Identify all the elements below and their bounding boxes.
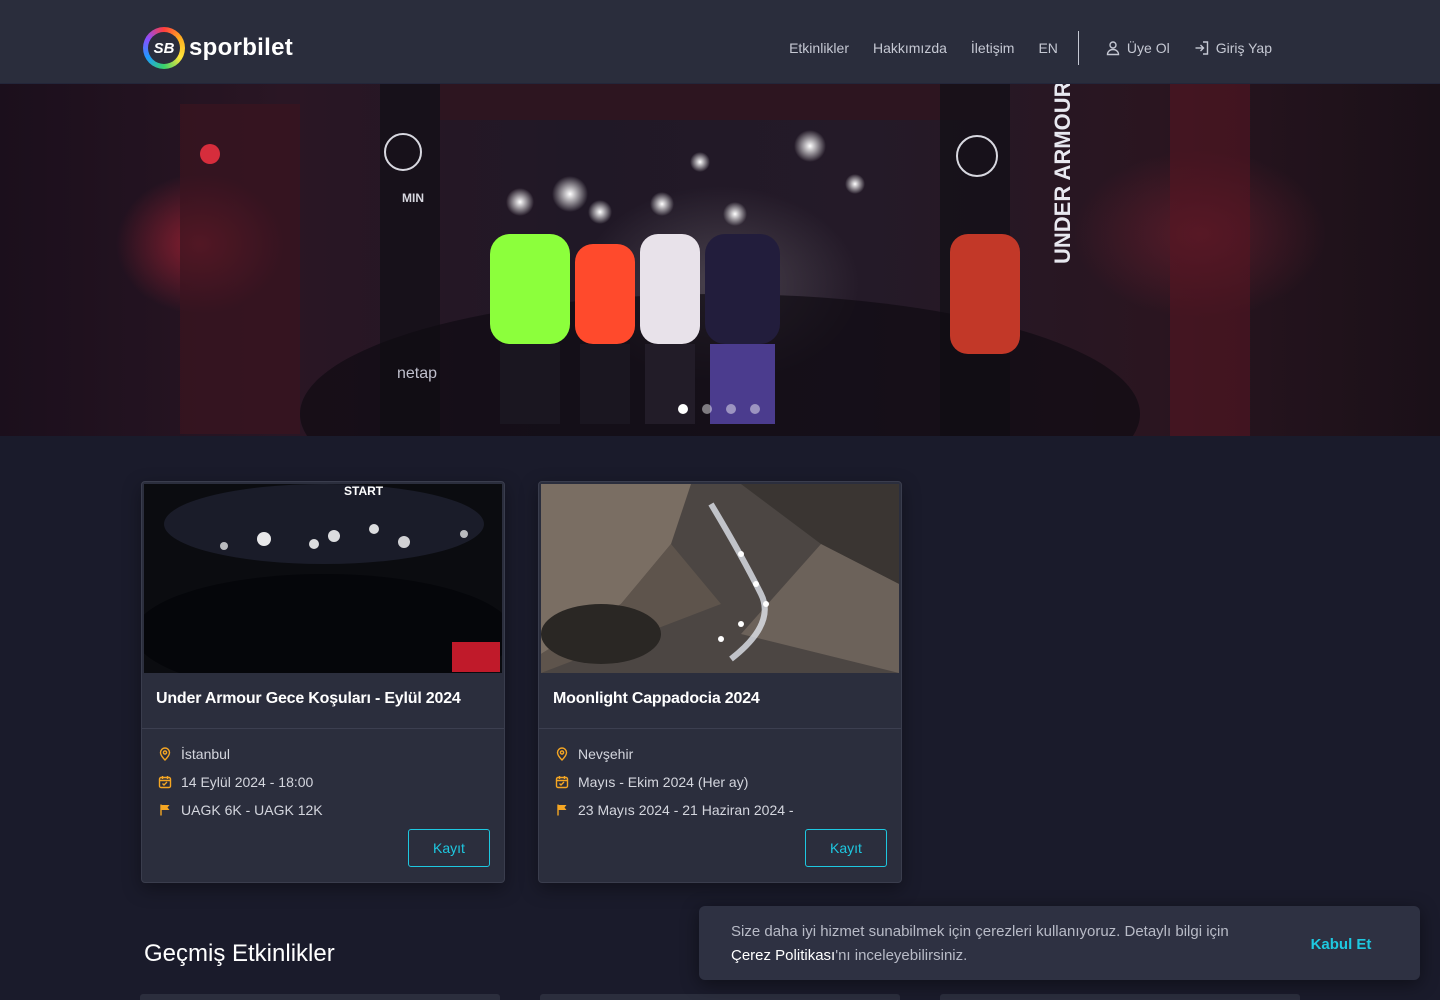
main-nav: Etkinlikler Hakkımızda İletişim EN Üye O…: [789, 30, 1272, 66]
user-icon: [1106, 41, 1120, 56]
top-navbar: SB sporbilet Etkinlikler Hakkımızda İlet…: [0, 0, 1440, 84]
past-event-card[interactable]: [540, 994, 900, 1000]
hero-carousel: netap MIN UNDER ARMOUR: [0, 84, 1440, 436]
brand-name: sporbilet: [189, 34, 294, 61]
event-location-text: Nevşehir: [578, 745, 634, 762]
signup-label: Üye Ol: [1126, 40, 1170, 56]
nav-link-contact[interactable]: İletişim: [971, 40, 1015, 56]
accept-cookies-button[interactable]: Kabul Et: [1301, 930, 1381, 958]
event-title[interactable]: Under Armour Gece Koşuları - Eylül 2024: [156, 690, 490, 708]
event-image-cappadocia: [541, 484, 899, 673]
event-card[interactable]: Moonlight Cappadocia 2024 Nevşehir Mayıs…: [538, 481, 902, 883]
brand-mark-text: SB: [148, 32, 180, 64]
cookie-text-after: 'nı inceleyebilirsiniz.: [835, 947, 968, 964]
hero-banner-text-ua: UNDER ARMOUR: [1050, 84, 1075, 264]
login-label: Giriş Yap: [1215, 40, 1272, 56]
past-events-heading: Geçmiş Etkinlikler: [144, 940, 335, 967]
event-categories: UAGK 6K - UAGK 12K: [158, 800, 323, 819]
nav-divider: [1077, 31, 1079, 65]
event-date: Mayıs - Ekim 2024 (Her ay): [555, 772, 794, 791]
cookie-text-before: Size daha iyi hizmet sunabilmek için çer…: [731, 923, 1229, 940]
past-event-card[interactable]: [140, 994, 500, 1000]
carousel-dot-1[interactable]: [678, 404, 688, 414]
language-switch[interactable]: EN: [1038, 40, 1057, 56]
card-divider: [539, 728, 901, 729]
event-location: İstanbul: [158, 744, 323, 763]
event-date-text: Mayıs - Ekim 2024 (Her ay): [578, 773, 749, 790]
event-image-banner: START: [344, 484, 384, 498]
register-button[interactable]: Kayıt: [805, 829, 887, 867]
cookie-policy-link[interactable]: Çerez Politikası: [731, 947, 835, 964]
location-pin-icon: [556, 746, 568, 761]
event-categories-text: UAGK 6K - UAGK 12K: [181, 801, 323, 818]
nav-link-events[interactable]: Etkinlikler: [789, 40, 849, 56]
cookie-message: Size daha iyi hizmet sunabilmek için çer…: [731, 920, 1251, 968]
carousel-indicators: [678, 404, 760, 414]
flag-icon: [160, 804, 170, 815]
event-location-text: İstanbul: [181, 745, 231, 762]
event-categories-text: 23 Mayıs 2024 - 21 Haziran 2024 -: [578, 801, 794, 818]
hero-image: netap MIN UNDER ARMOUR: [180, 84, 1250, 436]
event-meta: Nevşehir Mayıs - Ekim 2024 (Her ay) 23 M…: [555, 744, 794, 819]
past-event-card[interactable]: [940, 994, 1300, 1000]
calendar-icon: [555, 775, 569, 788]
event-image-night-run: START: [144, 484, 502, 673]
signup-link[interactable]: Üye Ol: [1105, 40, 1170, 56]
flag-icon: [557, 804, 567, 815]
event-date-text: 14 Eylül 2024 - 18:00: [181, 773, 314, 790]
event-card[interactable]: START Under Armour Gece Koşuları - Eylül…: [141, 481, 505, 883]
event-categories: 23 Mayıs 2024 - 21 Haziran 2024 -: [555, 800, 794, 819]
hero-banner-text-min: MIN: [402, 191, 424, 205]
brand-logo[interactable]: SB sporbilet: [143, 26, 293, 70]
register-button[interactable]: Kayıt: [408, 829, 490, 867]
carousel-dot-3[interactable]: [726, 404, 736, 414]
carousel-dot-4[interactable]: [750, 404, 760, 414]
event-location: Nevşehir: [555, 744, 794, 763]
carousel-dot-2[interactable]: [702, 404, 712, 414]
card-divider: [142, 728, 504, 729]
event-date: 14 Eylül 2024 - 18:00: [158, 772, 323, 791]
nav-link-about[interactable]: Hakkımızda: [873, 40, 947, 56]
past-events-list: [140, 994, 1300, 1000]
login-arrow-icon: [1195, 41, 1208, 55]
event-title[interactable]: Moonlight Cappadocia 2024: [553, 690, 887, 708]
cookie-consent-banner: Size daha iyi hizmet sunabilmek için çer…: [699, 906, 1420, 980]
login-link[interactable]: Giriş Yap: [1194, 40, 1272, 56]
event-card-image[interactable]: [541, 484, 899, 673]
event-card-image[interactable]: START: [144, 484, 502, 673]
hero-banner-text-netap: netap: [397, 365, 437, 382]
event-meta: İstanbul 14 Eylül 2024 - 18:00 UAGK 6K -…: [158, 744, 323, 819]
brand-logo-icon: SB: [143, 27, 185, 69]
calendar-icon: [158, 775, 172, 788]
location-pin-icon: [159, 746, 171, 761]
